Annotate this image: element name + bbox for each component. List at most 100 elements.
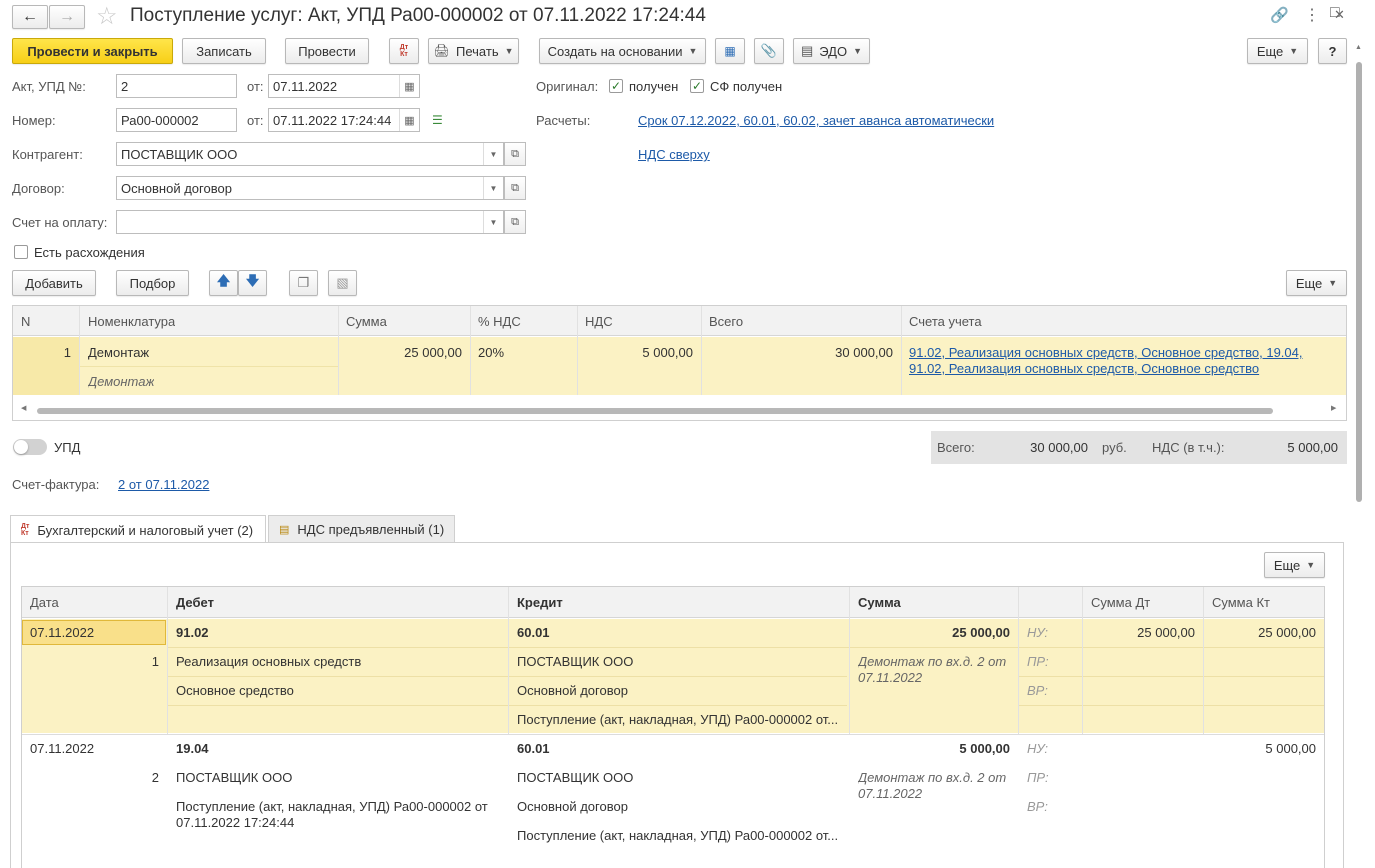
history-icon[interactable]: ☰ (432, 113, 443, 127)
copy-button[interactable]: ❐ (289, 270, 318, 296)
move-up-button[interactable]: 🡅 (209, 270, 238, 296)
sum-dt-cell[interactable]: 25 000,00 (1082, 625, 1195, 640)
create-based-button[interactable]: Создать на основании ▼ (539, 38, 706, 64)
contract-field[interactable]: Основной договор ▼ (116, 176, 504, 200)
settlements-link[interactable]: Срок 07.12.2022, 60.01, 60.02, зачет ава… (638, 113, 994, 128)
table-more-button[interactable]: Еще ▼ (1286, 270, 1347, 296)
attach-button[interactable]: 📎 (754, 38, 784, 64)
counterparty-open-button[interactable]: ⧉ (504, 142, 526, 166)
entry-sum[interactable]: 5 000,00 (850, 741, 1010, 756)
contract-open-button[interactable]: ⧉ (504, 176, 526, 200)
number-date-input[interactable]: 07.11.2022 17:24:44 ▦ (268, 108, 420, 132)
entry-row[interactable]: 07.11.2022 1 91.02 Реализация основных с… (22, 619, 1324, 733)
debit-subconto-1[interactable]: Реализация основных средств (176, 654, 361, 669)
entry-content-2[interactable]: 07.11.2022 (858, 786, 922, 801)
invoice-label: Счет-фактура: (12, 477, 100, 492)
accounts-link-1[interactable]: 91.02, Реализация основных средств, Осно… (909, 345, 1303, 360)
upd-toggle[interactable] (13, 439, 47, 455)
pick-button[interactable]: Подбор (116, 270, 189, 296)
counterparty-field[interactable]: ПОСТАВЩИК ООО ▼ (116, 142, 504, 166)
credit-subconto-3[interactable]: Поступление (акт, накладная, УПД) Ра00-0… (517, 712, 847, 727)
window-close-icon[interactable]: ✕ (1334, 7, 1345, 23)
paste-button[interactable]: ▧ (328, 270, 357, 296)
scrollbar-thumb[interactable] (1356, 62, 1362, 502)
calendar-icon[interactable]: ▦ (399, 109, 419, 131)
sum-kt-cell[interactable]: 5 000,00 (1203, 741, 1316, 756)
post-button[interactable]: Провести (285, 38, 369, 64)
total-cell[interactable]: 30 000,00 (702, 345, 893, 360)
post-and-close-button[interactable]: Провести и закрыть (12, 38, 173, 64)
sum-kt-cell[interactable]: 25 000,00 (1203, 625, 1316, 640)
credit-subconto-1[interactable]: ПОСТАВЩИК ООО (517, 770, 633, 785)
credit-subconto-3[interactable]: Поступление (акт, накладная, УПД) Ра00-0… (517, 828, 847, 843)
entries-more-button[interactable]: Еще ▼ (1264, 552, 1325, 578)
add-row-button[interactable]: Добавить (12, 270, 96, 296)
chevron-down-icon[interactable]: ▼ (483, 211, 503, 233)
act-date-input[interactable]: 07.11.2022 ▦ (268, 74, 420, 98)
invoice-for-payment-label: Счет на оплату: (12, 215, 108, 230)
entry-content[interactable]: Демонтаж по вх.д. 2 от (858, 770, 1006, 785)
tab-accounting[interactable]: Дт Кт Бухгалтерский и налоговый учет (2) (10, 515, 266, 544)
nomenclature-cell[interactable]: Демонтаж (88, 345, 149, 360)
column-header-sum: Сумма (346, 314, 387, 329)
debit-subconto-2[interactable]: Поступление (акт, накладная, УПД) Ра00-0… (176, 799, 488, 814)
number-input[interactable]: Ра00-000002 (116, 108, 237, 132)
vat-on-top-link[interactable]: НДС сверху (638, 147, 710, 162)
invoice-link[interactable]: 2 от 07.11.2022 (118, 477, 209, 492)
entry-sum[interactable]: 25 000,00 (850, 625, 1010, 640)
copy-icon: ❐ (297, 275, 310, 290)
edo-button[interactable]: ▤ ЭДО ▼ (793, 38, 870, 64)
scroll-up-icon[interactable]: ▲ (1355, 44, 1362, 51)
vertical-scrollbar[interactable]: ▲ (1355, 40, 1363, 868)
entry-content[interactable]: Демонтаж по вх.д. 2 от (858, 654, 1006, 669)
invoice-for-payment-field[interactable]: ▼ (116, 210, 504, 234)
credit-subconto-2[interactable]: Основной договор (517, 683, 628, 698)
entry-row[interactable]: 07.11.2022 2 19.04 ПОСТАВЩИК ООО Поступл… (22, 735, 1324, 853)
scroll-right-icon[interactable]: ▶ (1331, 404, 1336, 412)
nu-label: НУ: (1027, 625, 1049, 640)
chevron-down-icon[interactable]: ▼ (483, 143, 503, 165)
debit-subconto-2[interactable]: Основное средство (176, 683, 294, 698)
scrollbar-thumb[interactable] (37, 408, 1273, 414)
act-number-input[interactable]: 2 (116, 74, 237, 98)
accounts-link-2[interactable]: 91.02, Реализация основных средств, Осно… (909, 361, 1259, 376)
credit-account[interactable]: 60.01 (517, 625, 550, 640)
tab-vat-presented[interactable]: ▤ НДС предъявленный (1) (268, 515, 455, 542)
scroll-left-icon[interactable]: ◀ (21, 404, 26, 412)
credit-subconto-2[interactable]: Основной договор (517, 799, 628, 814)
help-button[interactable]: ? (1318, 38, 1347, 64)
debit-account[interactable]: 91.02 (176, 625, 209, 640)
chevron-down-icon: ▼ (1328, 278, 1338, 288)
calendar-icon[interactable]: ▦ (399, 75, 419, 97)
back-button[interactable]: ← (12, 5, 48, 29)
chevron-down-icon: ▼ (853, 46, 863, 56)
link-icon[interactable]: 🔗 (1270, 6, 1289, 24)
original-received-checkbox[interactable]: ✓ (609, 79, 623, 93)
debit-account[interactable]: 19.04 (176, 741, 209, 756)
chevron-down-icon[interactable]: ▼ (483, 177, 503, 199)
horizontal-scrollbar[interactable]: ◀ ▶ (21, 404, 1339, 416)
credit-account[interactable]: 60.01 (517, 741, 550, 756)
sf-received-checkbox[interactable]: ✓ (690, 79, 704, 93)
sum-cell[interactable]: 25 000,00 (339, 345, 462, 360)
star-icon[interactable]: ☆ (96, 2, 118, 31)
debit-subconto-3[interactable]: 07.11.2022 17:24:44 (176, 815, 294, 830)
debit-subconto-1[interactable]: ПОСТАВЩИК ООО (176, 770, 292, 785)
forward-button[interactable]: → (49, 5, 85, 29)
move-down-button[interactable]: 🡇 (238, 270, 267, 296)
total-value: 30 000,00 (1030, 440, 1088, 455)
structure-button[interactable]: ▦ (715, 38, 745, 64)
credit-subconto-1[interactable]: ПОСТАВЩИК ООО (517, 654, 633, 669)
save-button[interactable]: Записать (182, 38, 266, 64)
invoice-open-button[interactable]: ⧉ (504, 210, 526, 234)
more-vert-icon[interactable]: ⋮ (1304, 5, 1320, 25)
table-row[interactable]: 1 Демонтаж Демонтаж 25 000,00 20% 5 000,… (13, 337, 1346, 395)
discrepancy-checkbox[interactable] (14, 245, 28, 259)
nomenclature-content-cell[interactable]: Демонтаж (88, 374, 154, 389)
dt-kt-button[interactable]: Дт Кт (389, 38, 419, 64)
vat-cell[interactable]: 5 000,00 (578, 345, 693, 360)
more-button[interactable]: Еще ▼ (1247, 38, 1308, 64)
entry-content-2[interactable]: 07.11.2022 (858, 670, 922, 685)
print-button[interactable]: 🖨 Печать ▼ (428, 38, 519, 64)
vat-rate-cell[interactable]: 20% (478, 345, 504, 360)
